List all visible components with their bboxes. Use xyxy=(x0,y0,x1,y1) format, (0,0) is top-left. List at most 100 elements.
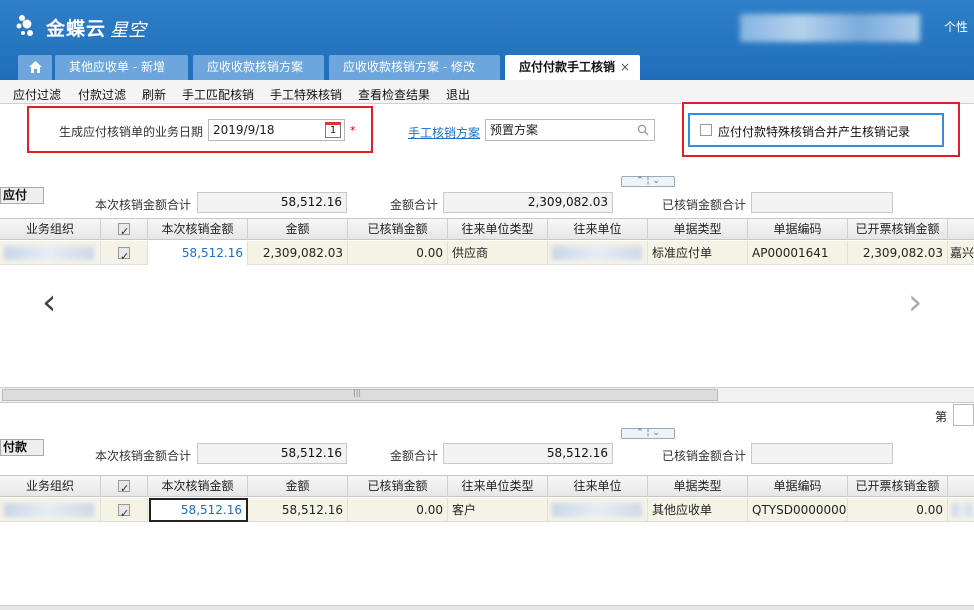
cell-invoiced: 2,309,082.03 xyxy=(848,241,948,265)
col-verified[interactable]: 已核销金额 xyxy=(348,476,448,497)
cell-amount: 58,512.16 xyxy=(248,498,348,522)
scheme-input[interactable]: 预置方案 xyxy=(485,119,655,141)
cell-amount: 2,309,082.03 xyxy=(248,241,348,265)
logo-text: 金蝶云 xyxy=(46,18,107,40)
row-checkbox[interactable] xyxy=(118,245,130,265)
business-date-input[interactable]: 2019/9/18 1 xyxy=(208,119,345,141)
kingdee-logo-icon xyxy=(16,15,33,36)
tab-other-receivable-new[interactable]: 其他应收单 - 新增 xyxy=(55,55,188,80)
col-partner-type[interactable]: 往来单位类型 xyxy=(448,219,548,240)
view-check-result-button[interactable]: 查看检查结果 xyxy=(358,86,430,103)
cell-invoiced: 0.00 xyxy=(848,498,948,522)
col-amount[interactable]: 金额 xyxy=(248,476,348,497)
col-invoiced[interactable]: 已开票核销金额 xyxy=(848,219,948,240)
cell-this-amount-editing[interactable]: 58,512.16 xyxy=(149,498,248,522)
cell-partner-type: 客户 xyxy=(448,498,548,522)
payable-filter-button[interactable]: 应付过滤 xyxy=(13,86,61,103)
col-doc-type[interactable]: 单据类型 xyxy=(648,476,748,497)
collapse-toggle-top[interactable]: ⌃ ¦ ⌄ xyxy=(621,176,675,187)
date-value: 2019/9/18 xyxy=(213,123,275,137)
user-info-redacted xyxy=(740,14,920,42)
col-this-amount[interactable]: 本次核销金额 xyxy=(148,476,248,497)
payable-section-tag: 应付 xyxy=(0,187,44,204)
payable-sum-value: 58,512.16 xyxy=(197,192,347,213)
payment-verified-value xyxy=(751,443,893,464)
col-this-amount[interactable]: 本次核销金额 xyxy=(148,219,248,240)
payment-filter-button[interactable]: 付款过滤 xyxy=(78,86,126,103)
col-doc-no[interactable]: 单据编码 xyxy=(748,476,848,497)
next-arrow-icon[interactable]: › xyxy=(908,282,922,323)
calendar-icon[interactable]: 1 xyxy=(325,122,341,138)
col-select-all[interactable] xyxy=(101,219,148,242)
payment-amount-label: 金额合计 xyxy=(390,449,439,463)
payable-table-row[interactable]: 58,512.16 2,309,082.03 0.00 供应商 标准应付单 AP… xyxy=(0,241,974,265)
payment-table-row[interactable]: 58,512.16 58,512.16 0.00 客户 其他应收单 QTYSD0… xyxy=(0,498,974,522)
refresh-button[interactable]: 刷新 xyxy=(142,86,166,103)
search-icon[interactable] xyxy=(637,124,649,136)
special-verify-label: 应付付款特殊核销合并产生核销记录 xyxy=(718,125,911,139)
col-verified[interactable]: 已核销金额 xyxy=(348,219,448,240)
tab-receivable-scheme-edit[interactable]: 应收收款核销方案 - 修改 xyxy=(329,55,500,80)
cell-this-amount[interactable]: 58,512.16 xyxy=(148,241,248,265)
cell-partner xyxy=(548,241,648,265)
payable-verified-label: 已核销金额合计 xyxy=(662,198,747,212)
logo-subtitle: 星空 xyxy=(110,20,146,41)
col-partner-type[interactable]: 往来单位类型 xyxy=(448,476,548,497)
payment-sum-value: 58,512.16 xyxy=(197,443,347,464)
cell-verified: 0.00 xyxy=(348,498,448,522)
cell-checkbox xyxy=(101,241,148,265)
payment-section-tag: 付款 xyxy=(0,439,44,456)
cell-partner-type: 供应商 xyxy=(448,241,548,265)
cell-overflow xyxy=(948,498,974,522)
collapse-toggle-bottom[interactable]: ⌃ ¦ ⌄ xyxy=(621,428,675,439)
payment-amount-value: 58,512.16 xyxy=(443,443,613,464)
bottom-border xyxy=(0,605,974,610)
col-doc-no[interactable]: 单据编码 xyxy=(748,219,848,240)
calendar-day: 1 xyxy=(329,125,337,136)
exit-button[interactable]: 退出 xyxy=(446,86,470,103)
select-all-checkbox[interactable] xyxy=(118,478,130,499)
col-partner[interactable]: 往来单位 xyxy=(548,219,648,240)
cell-doc-no: AP00001641 xyxy=(748,241,848,265)
payable-sum-label: 本次核销金额合计 xyxy=(95,198,192,212)
manual-match-button[interactable]: 手工匹配核销 xyxy=(182,86,254,103)
tab-home[interactable] xyxy=(18,55,52,80)
special-verify-checkbox[interactable] xyxy=(700,124,712,136)
tab-payable-manual-verify[interactable]: 应付付款手工核销 × xyxy=(505,55,640,80)
scrollbar-thumb[interactable]: ||| xyxy=(2,388,718,401)
page-input[interactable] xyxy=(953,404,974,426)
select-all-checkbox[interactable] xyxy=(118,221,130,242)
partner-redacted xyxy=(552,246,642,260)
row-checkbox[interactable] xyxy=(118,502,130,522)
col-invoiced[interactable]: 已开票核销金额 xyxy=(848,476,948,497)
cell-checkbox xyxy=(101,498,148,522)
cell-doc-no: QTYSD00000001 xyxy=(748,498,848,522)
manual-scheme-link[interactable]: 手工核销方案 xyxy=(408,124,480,141)
manual-special-verify-button[interactable]: 手工特殊核销 xyxy=(270,86,342,103)
col-select-all[interactable] xyxy=(101,476,148,499)
page-label: 第 xyxy=(935,410,948,424)
home-icon xyxy=(28,61,42,73)
col-amount[interactable]: 金额 xyxy=(248,219,348,240)
overflow-redacted xyxy=(952,503,972,517)
col-partner[interactable]: 往来单位 xyxy=(548,476,648,497)
tab-label: 应付付款手工核销 xyxy=(519,60,616,74)
payable-table-header: 业务组织 本次核销金额 金额 已核销金额 往来单位类型 往来单位 单据类型 单据… xyxy=(0,218,974,242)
close-icon[interactable]: × xyxy=(620,55,630,80)
cell-org xyxy=(0,241,101,265)
personalize-link[interactable]: 个性 xyxy=(944,18,968,35)
payable-amount-value: 2,309,082.03 xyxy=(443,192,613,213)
payable-verified-value xyxy=(751,192,893,213)
payment-table-header: 业务组织 本次核销金额 金额 已核销金额 往来单位类型 往来单位 单据类型 单据… xyxy=(0,475,974,499)
tab-receivable-scheme[interactable]: 应收收款核销方案 xyxy=(193,55,324,80)
org-redacted xyxy=(4,246,94,260)
prev-arrow-icon[interactable]: ‹ xyxy=(42,282,56,323)
cell-verified: 0.00 xyxy=(348,241,448,265)
scrollbar-grip: ||| xyxy=(353,388,362,397)
col-org[interactable]: 业务组织 xyxy=(0,219,101,240)
cell-partner xyxy=(548,498,648,522)
cell-org xyxy=(0,498,101,522)
col-org[interactable]: 业务组织 xyxy=(0,476,101,497)
col-doc-type[interactable]: 单据类型 xyxy=(648,219,748,240)
required-mark: * xyxy=(350,124,356,137)
